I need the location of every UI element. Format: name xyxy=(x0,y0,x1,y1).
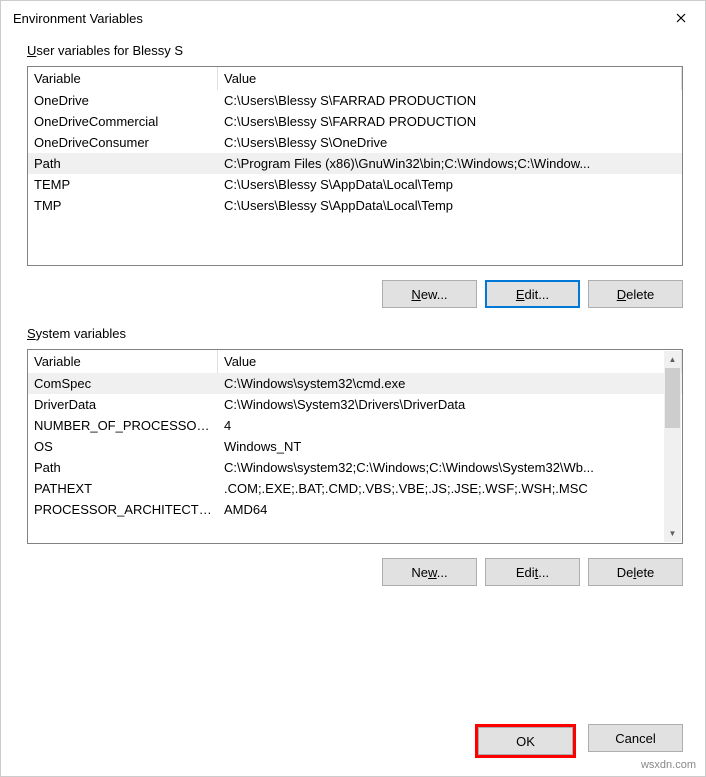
table-row[interactable]: PATHEXT.COM;.EXE;.BAT;.CMD;.VBS;.VBE;.JS… xyxy=(28,478,682,499)
table-row[interactable]: OneDriveCommercialC:\Users\Blessy S\FARR… xyxy=(28,111,682,132)
dialog-footer: OK Cancel xyxy=(1,714,705,776)
system-buttons-row: New... Edit... Delete xyxy=(27,558,683,586)
scroll-up-icon[interactable]: ▲ xyxy=(664,351,681,368)
system-delete-button[interactable]: Delete xyxy=(588,558,683,586)
cell-variable: OS xyxy=(28,436,218,457)
cell-variable: OneDriveCommercial xyxy=(28,111,218,132)
cell-value: 4 xyxy=(218,415,682,436)
cell-value: C:\Users\Blessy S\FARRAD PRODUCTION xyxy=(218,111,682,132)
table-header: Variable Value xyxy=(28,350,682,373)
cell-variable: Path xyxy=(28,153,218,174)
ok-highlight: OK xyxy=(475,724,576,758)
table-row[interactable]: TEMPC:\Users\Blessy S\AppData\Local\Temp xyxy=(28,174,682,195)
cell-variable: TEMP xyxy=(28,174,218,195)
table-row[interactable]: OneDriveConsumerC:\Users\Blessy S\OneDri… xyxy=(28,132,682,153)
column-variable[interactable]: Variable xyxy=(28,67,218,90)
cell-value: Windows_NT xyxy=(218,436,682,457)
environment-variables-dialog: Environment Variables User variables for… xyxy=(0,0,706,777)
cell-variable: DriverData xyxy=(28,394,218,415)
close-button[interactable] xyxy=(661,3,701,33)
ok-button[interactable]: OK xyxy=(478,727,573,755)
user-edit-button[interactable]: Edit... xyxy=(485,280,580,308)
cell-variable: Path xyxy=(28,457,218,478)
cell-value: C:\Windows\System32\Drivers\DriverData xyxy=(218,394,682,415)
scroll-down-icon[interactable]: ▼ xyxy=(664,525,681,542)
user-delete-button[interactable]: Delete xyxy=(588,280,683,308)
cell-value: C:\Users\Blessy S\AppData\Local\Temp xyxy=(218,174,682,195)
close-icon xyxy=(676,13,686,23)
user-variables-table[interactable]: Variable Value OneDriveC:\Users\Blessy S… xyxy=(27,66,683,266)
scroll-thumb[interactable] xyxy=(665,368,680,428)
cell-variable: OneDrive xyxy=(28,90,218,111)
cell-value: C:\Program Files (x86)\GnuWin32\bin;C:\W… xyxy=(218,153,682,174)
cell-value: C:\Users\Blessy S\AppData\Local\Temp xyxy=(218,195,682,216)
cell-variable: ComSpec xyxy=(28,373,218,394)
cell-value: C:\Windows\system32;C:\Windows;C:\Window… xyxy=(218,457,682,478)
cell-value: AMD64 xyxy=(218,499,682,520)
watermark: wsxdn.com xyxy=(641,759,696,771)
user-new-button[interactable]: New... xyxy=(382,280,477,308)
dialog-content: User variables for Blessy S Variable Val… xyxy=(1,35,705,714)
table-row[interactable]: PathC:\Program Files (x86)\GnuWin32\bin;… xyxy=(28,153,682,174)
user-variables-label: User variables for Blessy S xyxy=(27,43,683,58)
table-row[interactable]: OneDriveC:\Users\Blessy S\FARRAD PRODUCT… xyxy=(28,90,682,111)
cancel-button[interactable]: Cancel xyxy=(588,724,683,752)
cell-variable: OneDriveConsumer xyxy=(28,132,218,153)
cell-variable: PROCESSOR_ARCHITECTU... xyxy=(28,499,218,520)
table-row[interactable]: OSWindows_NT xyxy=(28,436,682,457)
cell-variable: NUMBER_OF_PROCESSORS xyxy=(28,415,218,436)
system-variables-label: System variables xyxy=(27,326,683,341)
cell-variable: TMP xyxy=(28,195,218,216)
table-row[interactable]: PathC:\Windows\system32;C:\Windows;C:\Wi… xyxy=(28,457,682,478)
column-value[interactable]: Value xyxy=(218,67,682,90)
cell-value: .COM;.EXE;.BAT;.CMD;.VBS;.VBE;.JS;.JSE;.… xyxy=(218,478,682,499)
cell-value: C:\Users\Blessy S\OneDrive xyxy=(218,132,682,153)
system-new-button[interactable]: New... xyxy=(382,558,477,586)
table-row[interactable]: TMPC:\Users\Blessy S\AppData\Local\Temp xyxy=(28,195,682,216)
window-title: Environment Variables xyxy=(13,11,143,26)
table-row[interactable]: ComSpecC:\Windows\system32\cmd.exe xyxy=(28,373,682,394)
table-row[interactable]: PROCESSOR_ARCHITECTU...AMD64 xyxy=(28,499,682,520)
table-row[interactable]: DriverDataC:\Windows\System32\Drivers\Dr… xyxy=(28,394,682,415)
cell-value: C:\Users\Blessy S\FARRAD PRODUCTION xyxy=(218,90,682,111)
column-value[interactable]: Value xyxy=(218,350,682,373)
system-variables-table[interactable]: Variable Value ComSpecC:\Windows\system3… xyxy=(27,349,683,544)
table-row[interactable]: NUMBER_OF_PROCESSORS4 xyxy=(28,415,682,436)
table-header: Variable Value xyxy=(28,67,682,90)
titlebar: Environment Variables xyxy=(1,1,705,35)
cell-variable: PATHEXT xyxy=(28,478,218,499)
system-table-scrollbar[interactable]: ▲ ▼ xyxy=(664,351,681,542)
column-variable[interactable]: Variable xyxy=(28,350,218,373)
user-buttons-row: New... Edit... Delete xyxy=(27,280,683,308)
cell-value: C:\Windows\system32\cmd.exe xyxy=(218,373,682,394)
system-edit-button[interactable]: Edit... xyxy=(485,558,580,586)
